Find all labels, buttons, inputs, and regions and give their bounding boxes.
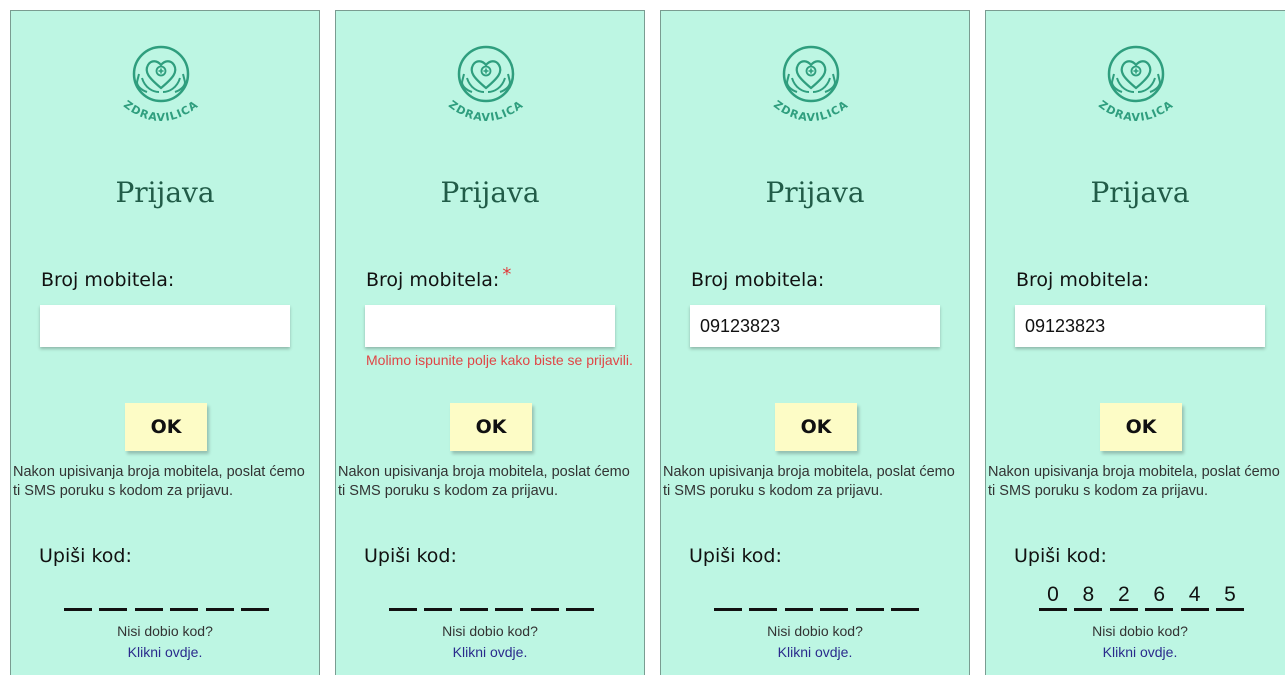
login-screen-4: ZDRAVILICA Prijava Broj mobitela: OK Nak… <box>985 10 1285 675</box>
code-input[interactable] <box>64 583 269 611</box>
zdravilica-logo: ZDRAVILICA <box>771 45 850 124</box>
info-text: Nakon upisivanja broja mobitela, poslat … <box>988 464 1280 499</box>
code-digit[interactable] <box>495 583 524 611</box>
phone-input[interactable] <box>365 305 615 347</box>
ok-button[interactable]: OK <box>125 403 207 451</box>
info-text: Nakon upisivanja broja mobitela, poslat … <box>13 464 305 499</box>
code-label: Upiši kod: <box>364 545 457 567</box>
resend-link[interactable]: Klikni ovdje. <box>11 644 319 660</box>
resend-question: Nisi dobio kod? <box>1092 623 1188 639</box>
login-screen-2: ZDRAVILICA Prijava Broj mobitela: * Molim… <box>335 10 645 675</box>
resend-question: Nisi dobio kod? <box>442 623 538 639</box>
code-label: Upiši kod: <box>689 545 782 567</box>
phone-label: Broj mobitela: <box>691 269 825 291</box>
page-title: Prijava <box>1090 176 1190 209</box>
info-text: Nakon upisivanja broja mobitela, poslat … <box>663 464 955 499</box>
code-input[interactable]: 0 8 2 6 4 5 <box>1039 583 1244 611</box>
resend-question: Nisi dobio kod? <box>117 623 213 639</box>
phone-label: Broj mobitela: <box>1016 269 1150 291</box>
code-digit[interactable] <box>389 583 417 611</box>
code-digit[interactable] <box>565 583 594 611</box>
phone-input[interactable] <box>40 305 290 347</box>
page-title: Prijava <box>115 176 215 209</box>
code-digit[interactable] <box>205 583 234 611</box>
phone-input[interactable] <box>690 305 940 347</box>
code-label: Upiši kod: <box>1014 545 1107 567</box>
code-input[interactable] <box>714 583 919 611</box>
code-digit[interactable] <box>784 583 813 611</box>
ok-button[interactable]: OK <box>450 403 532 451</box>
code-digit[interactable] <box>99 583 128 611</box>
phone-label: Broj mobitela: <box>41 269 175 291</box>
error-message: Molimo ispunite polje kako biste se prij… <box>366 352 633 368</box>
code-digit[interactable]: 0 <box>1039 583 1067 611</box>
ok-button[interactable]: OK <box>1100 403 1182 451</box>
code-digit[interactable] <box>890 583 919 611</box>
zdravilica-logo: ZDRAVILICA <box>446 45 525 124</box>
code-label: Upiši kod: <box>39 545 132 567</box>
code-digit[interactable]: 5 <box>1215 583 1244 611</box>
code-input[interactable] <box>389 583 594 611</box>
code-digit[interactable] <box>714 583 742 611</box>
info-text: Nakon upisivanja broja mobitela, poslat … <box>338 464 630 499</box>
login-screen-3: ZDRAVILICA Prijava Broj mobitela: OK Nak… <box>660 10 970 675</box>
login-screen-1: ZDRAVILICA Prijava Broj mobitela: OK Nak… <box>10 10 320 675</box>
resend-link[interactable]: Klikni ovdje. <box>661 644 969 660</box>
zdravilica-logo: ZDRAVILICA <box>1096 45 1175 124</box>
code-digit[interactable] <box>240 583 269 611</box>
code-digit[interactable] <box>459 583 488 611</box>
code-digit[interactable] <box>820 583 849 611</box>
required-mark: * <box>502 264 512 285</box>
code-digit[interactable] <box>170 583 199 611</box>
code-digit[interactable] <box>134 583 163 611</box>
code-digit[interactable] <box>424 583 453 611</box>
code-digit[interactable] <box>64 583 92 611</box>
page-title: Prijava <box>765 176 865 209</box>
resend-link[interactable]: Klikni ovdje. <box>986 644 1285 660</box>
resend-link[interactable]: Klikni ovdje. <box>336 644 644 660</box>
phone-label: Broj mobitela: * <box>366 264 512 291</box>
ok-button[interactable]: OK <box>775 403 857 451</box>
code-digit[interactable] <box>530 583 559 611</box>
code-digit[interactable]: 2 <box>1109 583 1138 611</box>
code-digit[interactable] <box>749 583 778 611</box>
resend-question: Nisi dobio kod? <box>767 623 863 639</box>
phone-input[interactable] <box>1015 305 1265 347</box>
code-digit[interactable] <box>855 583 884 611</box>
page-title: Prijava <box>440 176 540 209</box>
zdravilica-logo: ZDRAVILICA <box>121 45 200 124</box>
code-digit[interactable]: 8 <box>1074 583 1103 611</box>
code-digit[interactable]: 4 <box>1180 583 1209 611</box>
code-digit[interactable]: 6 <box>1145 583 1174 611</box>
